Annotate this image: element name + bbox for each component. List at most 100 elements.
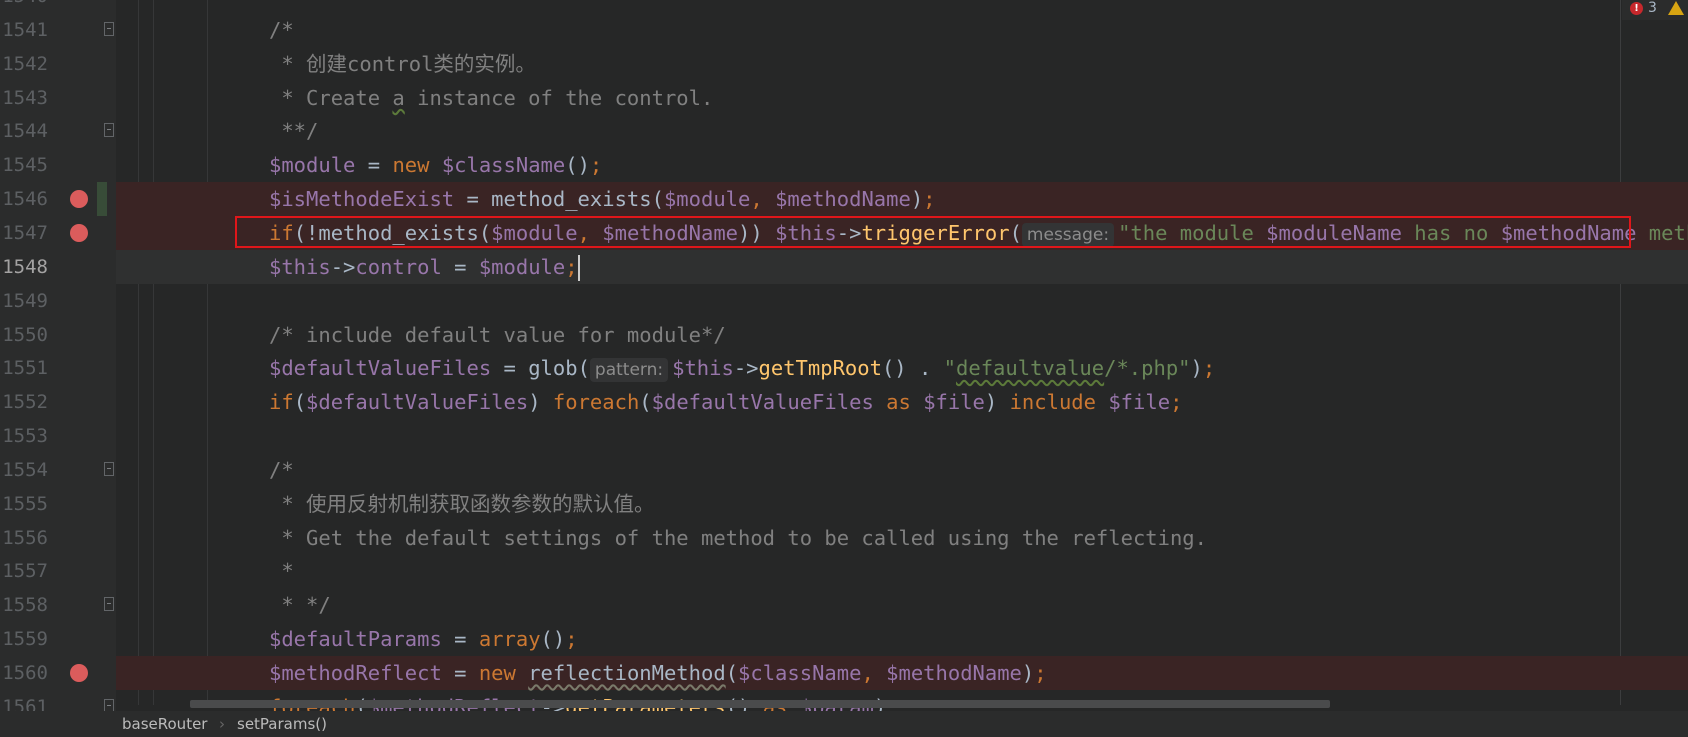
code-token: $file [1108, 390, 1171, 415]
code-line[interactable]: 1556 * Get the default settings of the m… [0, 521, 1688, 555]
code-token: as [873, 390, 924, 415]
fold-icon[interactable] [104, 21, 114, 36]
code-token: $defaultValueFiles [306, 390, 529, 415]
line-number[interactable]: 1546 [0, 182, 48, 216]
horizontal-scrollbar[interactable] [190, 700, 1330, 708]
code-text: $defaultParams = array(); [269, 622, 578, 656]
code-token: /* include default value for module*/ [269, 322, 726, 347]
code-token: , [861, 661, 887, 685]
code-line[interactable]: 1552 if($defaultValueFiles) foreach($defa… [0, 385, 1688, 419]
line-number[interactable]: 1551 [0, 351, 48, 385]
fold-icon[interactable] [104, 461, 114, 476]
text-caret [577, 254, 580, 281]
code-line[interactable]: 1555 * 使用反射机制获取函数参数的默认值。 [0, 487, 1688, 521]
code-line[interactable]: 1545 $module = new $className(); [0, 148, 1688, 182]
line-number[interactable]: 1557 [0, 554, 48, 588]
code-token: ; [565, 627, 578, 652]
code-text: **/ [269, 114, 318, 148]
line-number[interactable]: 1543 [0, 81, 48, 115]
line-number[interactable]: 1558 [0, 588, 48, 622]
line-number[interactable]: 1541 [0, 13, 48, 47]
code-token: $methodName [775, 187, 911, 212]
parameter-hint: pattern: [589, 358, 669, 383]
line-number[interactable]: 1559 [0, 622, 48, 656]
line-number[interactable]: 1550 [0, 318, 48, 352]
code-token: /*.php" [1104, 356, 1191, 381]
code-line[interactable]: 1543 * Create a instance of the control. [0, 81, 1688, 115]
line-number[interactable]: 1555 [0, 487, 48, 521]
code-token: = [441, 254, 479, 279]
code-line[interactable]: 1557 * [0, 554, 1688, 588]
line-number[interactable]: 1560 [0, 656, 48, 690]
code-token: $methodName [886, 661, 1022, 685]
code-token: $className [738, 661, 862, 685]
code-token: ; [923, 187, 936, 212]
code-token: getTmpRoot [758, 356, 882, 381]
line-number[interactable]: 1542 [0, 47, 48, 81]
line-number[interactable]: 1552 [0, 385, 48, 419]
line-number[interactable]: 1545 [0, 148, 48, 182]
code-text: if($defaultValueFiles) foreach($defaultV… [269, 385, 1182, 419]
code-token: foreach [552, 390, 640, 415]
code-token: ; [1202, 356, 1216, 381]
code-token: , [750, 187, 776, 212]
breakpoint-icon[interactable] [70, 223, 88, 242]
code-line[interactable]: 1546 $isMethodeExist = method_exists($mod… [0, 182, 1688, 217]
change-marker[interactable] [97, 182, 107, 217]
code-line[interactable]: 1558 * */ [0, 588, 1688, 622]
code-token: $className [441, 153, 566, 178]
code-token: = [441, 661, 479, 685]
code-text: /* [269, 453, 294, 487]
code-token: ; [565, 254, 578, 279]
code-token: $module [478, 254, 566, 279]
line-number[interactable]: 1548 [0, 250, 48, 284]
code-line[interactable]: 1553 [0, 419, 1688, 453]
line-number[interactable]: 1540 [0, 0, 48, 13]
code-token: ) [528, 390, 553, 415]
fold-icon[interactable] [104, 597, 114, 612]
code-line[interactable]: 1544 **/ [0, 114, 1688, 148]
code-token: ) [1190, 356, 1203, 381]
code-line[interactable]: 1560 $methodReflect = new reflectionMetho… [0, 656, 1688, 690]
code-token: ; [1170, 390, 1183, 415]
code-line[interactable]: 1550 /* include default value for module*… [0, 318, 1688, 352]
code-token: ; [1034, 661, 1047, 685]
breadcrumb-method[interactable]: setParams() [237, 711, 327, 737]
fold-icon[interactable] [104, 123, 114, 138]
breadcrumb-class[interactable]: baseRouter [122, 711, 207, 737]
code-line[interactable]: 1540 [0, 0, 1688, 13]
code-line[interactable]: 1548 $this->control = $module; [0, 249, 1688, 284]
line-number[interactable]: 1554 [0, 453, 48, 487]
code-token: ) [1021, 661, 1035, 685]
line-number[interactable]: 1556 [0, 521, 48, 555]
code-line[interactable]: 1549 [0, 284, 1688, 318]
breadcrumb-separator: › [219, 715, 225, 733]
line-number[interactable]: 1553 [0, 419, 48, 453]
code-token: a [392, 85, 405, 110]
code-line[interactable]: 1542 * 创建control类的实例。 [0, 47, 1688, 81]
code-text: * Create a instance of the control. [269, 81, 713, 115]
code-token: () [565, 153, 590, 178]
code-line[interactable]: 1559 $defaultParams = array(); [0, 622, 1688, 656]
code-token: = glob( [491, 356, 590, 381]
code-token: ( [639, 390, 652, 415]
line-number[interactable]: 1549 [0, 284, 48, 318]
code-line[interactable]: 1541 /* [0, 13, 1688, 47]
code-token: = method_exists( [454, 187, 664, 212]
code-token: include [1009, 390, 1109, 415]
code-line[interactable]: 1551 $defaultValueFiles = glob(pattern: $t… [0, 351, 1688, 385]
code-token: new [478, 661, 529, 685]
code-token: $module [269, 153, 356, 178]
code-token: instance of the control. [404, 85, 714, 110]
code-line[interactable]: 1554 /* [0, 453, 1688, 487]
inspection-widget[interactable]: ! 3 [1622, 0, 1688, 20]
line-number[interactable]: 1547 [0, 216, 48, 250]
breakpoint-icon[interactable] [70, 190, 88, 209]
error-icon: ! [1630, 2, 1643, 15]
code-token: * */ [269, 593, 331, 618]
code-token: **/ [269, 119, 319, 144]
line-number[interactable]: 1544 [0, 114, 48, 148]
breakpoint-icon[interactable] [70, 664, 88, 682]
code-text: * Get the default settings of the method… [269, 521, 1207, 555]
code-token: ) [910, 187, 924, 212]
